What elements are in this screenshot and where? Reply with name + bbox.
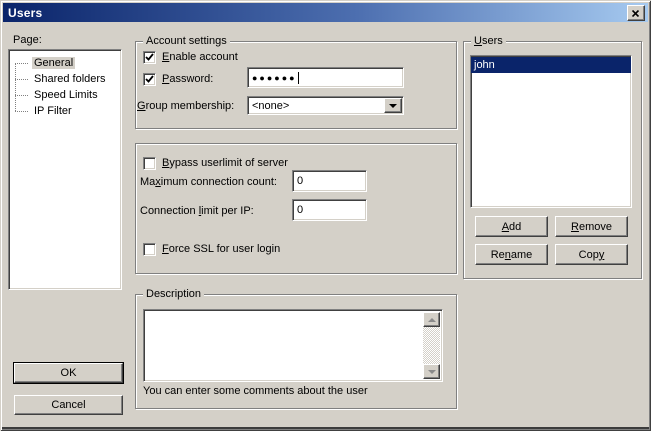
description-textarea[interactable] xyxy=(143,309,443,382)
page-label: Page: xyxy=(13,34,42,46)
password-label[interactable]: Password: xyxy=(162,73,213,85)
close-icon xyxy=(632,10,640,17)
user-list-item[interactable]: john xyxy=(471,57,631,73)
tree-item-ip-filter[interactable]: IP Filter xyxy=(15,103,121,119)
tree-stub xyxy=(15,62,28,64)
page-tree[interactable]: General Shared folders Speed Limits IP F… xyxy=(8,49,122,290)
group-membership-select[interactable]: <none> xyxy=(247,96,404,115)
description-scrollbar[interactable] xyxy=(423,312,440,379)
connection-limit-ip-input[interactable]: 0 xyxy=(292,199,367,221)
titlebar: Users xyxy=(3,3,648,22)
window-title: Users xyxy=(3,6,42,20)
max-connection-value: 0 xyxy=(297,175,303,187)
connection-limit-ip-label: Connection limit per IP: xyxy=(140,205,254,217)
password-checkbox[interactable] xyxy=(143,73,156,86)
tree-item-label[interactable]: Speed Limits xyxy=(32,89,100,101)
users-listbox[interactable]: john xyxy=(470,55,632,208)
scroll-down-button[interactable] xyxy=(423,364,440,379)
scroll-up-button[interactable] xyxy=(423,312,440,327)
description-hint: You can enter some comments about the us… xyxy=(143,385,368,397)
users-group-title: Users xyxy=(471,35,506,47)
force-ssl-label[interactable]: Force SSL for user login xyxy=(162,243,280,255)
tree-stub xyxy=(15,78,28,80)
cancel-button[interactable]: Cancel xyxy=(14,395,123,415)
tree-stub xyxy=(15,94,28,96)
bypass-userlimit-row[interactable]: Bypass userlimit of server xyxy=(143,156,288,170)
description-title: Description xyxy=(143,288,204,300)
account-settings-title: Account settings xyxy=(143,35,230,47)
close-button[interactable] xyxy=(627,5,645,21)
tree-stub xyxy=(15,110,28,112)
user-name: john xyxy=(474,59,495,71)
dropdown-button[interactable] xyxy=(384,98,402,113)
enable-account-label[interactable]: Enable account xyxy=(162,51,238,63)
ok-button[interactable]: OK xyxy=(14,363,123,383)
tree-item-general[interactable]: General xyxy=(15,55,121,71)
password-input[interactable]: ●●●●●● xyxy=(247,67,404,88)
max-connection-label: Maximum connection count: xyxy=(140,176,277,188)
arrow-up-icon xyxy=(428,318,436,322)
enable-account-row[interactable]: Enable account xyxy=(143,50,238,64)
check-icon xyxy=(145,53,154,62)
copy-button[interactable]: Copy xyxy=(555,244,628,265)
users-dialog: Users Page: General Shared folders Speed… xyxy=(0,0,651,431)
text-caret xyxy=(298,72,299,84)
tree-item-speed-limits[interactable]: Speed Limits xyxy=(15,87,121,103)
bypass-userlimit-checkbox[interactable] xyxy=(143,157,156,170)
password-row[interactable]: Password: xyxy=(143,72,213,86)
add-button[interactable]: Add xyxy=(475,216,548,237)
group-membership-value: <none> xyxy=(252,100,289,112)
force-ssl-row[interactable]: Force SSL for user login xyxy=(143,242,280,256)
bypass-userlimit-label[interactable]: Bypass userlimit of server xyxy=(162,157,288,169)
connection-limit-ip-value: 0 xyxy=(297,204,303,216)
rename-button[interactable]: Rename xyxy=(475,244,548,265)
chevron-down-icon xyxy=(389,104,397,108)
check-icon xyxy=(145,75,154,84)
tree-item-label[interactable]: IP Filter xyxy=(32,105,74,117)
remove-button[interactable]: Remove xyxy=(555,216,628,237)
password-dots: ●●●●●● xyxy=(252,73,297,83)
tree-item-label[interactable]: General xyxy=(32,57,75,69)
max-connection-input[interactable]: 0 xyxy=(292,170,367,192)
arrow-down-icon xyxy=(428,370,436,374)
tree-item-label[interactable]: Shared folders xyxy=(32,73,108,85)
group-membership-label: Group membership: xyxy=(137,100,234,112)
tree-item-shared-folders[interactable]: Shared folders xyxy=(15,71,121,87)
enable-account-checkbox[interactable] xyxy=(143,51,156,64)
force-ssl-checkbox[interactable] xyxy=(143,243,156,256)
